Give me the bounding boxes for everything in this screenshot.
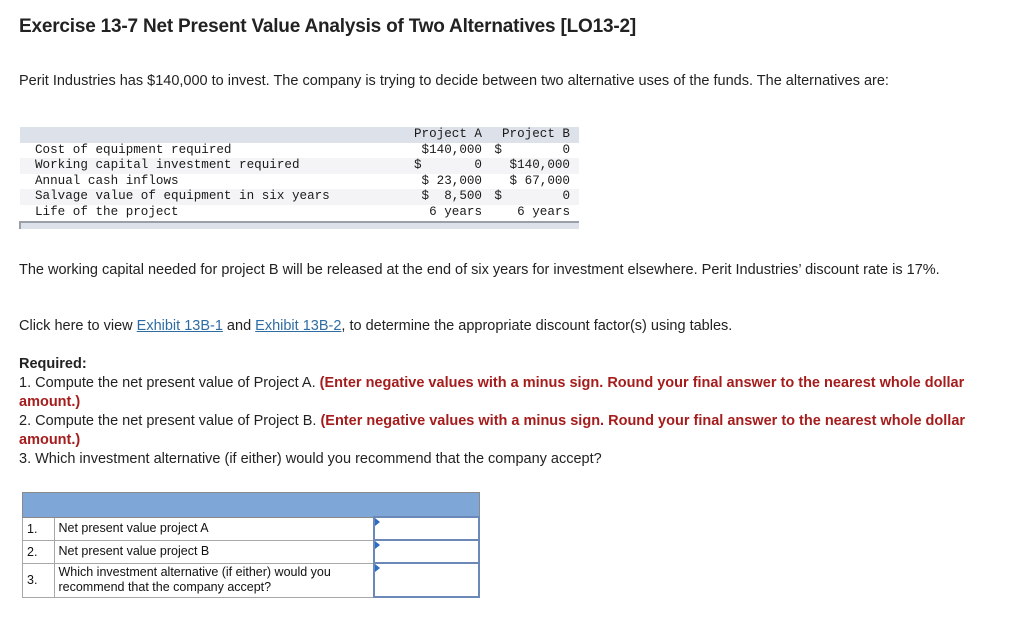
project-a-value: 6 years <box>429 204 482 219</box>
project-a-value: $ 0 <box>413 158 482 173</box>
exhibit-suffix: , to determine the appropriate discount … <box>341 318 733 334</box>
row-label: Annual cash inflows <box>35 173 179 188</box>
exhibit-13b-1-link[interactable]: Exhibit 13B-1 <box>137 318 223 334</box>
table-row: Salvage value of equipment in six years … <box>20 189 579 205</box>
answer-row-label: Net present value project A <box>54 516 375 541</box>
answer-row: 3. Which investment alternative (if eith… <box>21 562 480 598</box>
required-item-3: 3. Which investment alternative (if eith… <box>19 450 1009 469</box>
exhibit-13b-2-link[interactable]: Exhibit 13B-2 <box>255 318 341 334</box>
project-data-table: Project A Project B Cost of equipment re… <box>19 127 579 229</box>
project-b-value: $ 0 <box>494 189 570 204</box>
row-label: Life of the project <box>35 204 179 219</box>
input-flag-icon <box>375 564 381 572</box>
footer-cell <box>19 220 579 229</box>
table-row: Cost of equipment required $140,000 $ 0 <box>20 142 579 159</box>
project-a-value: $140,000 <box>421 142 482 157</box>
npv-project-b-cell <box>373 539 480 564</box>
working-capital-paragraph: The working capital needed for project B… <box>19 262 940 278</box>
answer-table: 1. Net present value project A 2. Net pr… <box>21 492 480 598</box>
required-item-text: 1. Compute the net present value of Proj… <box>19 375 320 391</box>
intro-paragraph: Perit Industries has $140,000 to invest.… <box>19 73 889 89</box>
required-item-1: 1. Compute the net present value of Proj… <box>19 374 1009 412</box>
answer-table-header <box>22 492 480 518</box>
exercise-title: Exercise 13-7 Net Present Value Analysis… <box>19 16 636 37</box>
required-heading: Required: <box>19 356 87 372</box>
required-item-text: 3. Which investment alternative (if eith… <box>19 451 602 467</box>
answer-row: 1. Net present value project A <box>21 516 480 541</box>
required-item-2: 2. Compute the net present value of Proj… <box>19 412 1009 450</box>
row-label: Cost of equipment required <box>35 142 232 157</box>
answer-row: 2. Net present value project B <box>21 539 480 564</box>
answer-header-cell <box>22 492 480 518</box>
npv-project-b-input[interactable] <box>375 540 478 563</box>
input-flag-icon <box>375 518 381 526</box>
table-row: Annual cash inflows $ 23,000 $ 67,000 <box>20 173 579 190</box>
input-flag-icon <box>375 541 381 549</box>
npv-project-a-input[interactable] <box>375 517 478 540</box>
answer-row-number: 2. <box>21 539 56 564</box>
table-footer-bar <box>19 220 579 229</box>
row-label: Salvage value of equipment in six years <box>35 189 330 204</box>
answer-row-label: Net present value project B <box>54 539 375 564</box>
required-item-text: 2. Compute the net present value of Proj… <box>19 413 321 429</box>
header-project-a: Project A <box>413 127 482 141</box>
exhibit-prefix: Click here to view <box>19 318 137 334</box>
required-section: Required: 1. Compute the net present val… <box>19 355 1009 469</box>
recommendation-select[interactable] <box>375 563 478 597</box>
project-a-value: $ 8,500 <box>421 189 482 204</box>
answer-row-number: 1. <box>21 516 56 541</box>
project-b-value: $140,000 <box>509 158 570 173</box>
recommendation-cell <box>373 562 480 598</box>
answer-row-number: 3. <box>21 562 56 598</box>
header-project-b: Project B <box>501 127 570 141</box>
project-a-value: $ 23,000 <box>421 173 482 188</box>
header-blank <box>20 127 396 143</box>
answer-row-label: Which investment alternative (if either)… <box>54 562 375 598</box>
table-row: Working capital investment required $ 0 … <box>20 158 579 174</box>
npv-project-a-cell <box>373 516 480 541</box>
row-label: Working capital investment required <box>35 158 300 173</box>
project-b-value: 6 years <box>517 204 570 219</box>
table-header-row: Project A Project B <box>20 127 579 143</box>
table-row: Life of the project 6 years 6 years <box>20 204 579 222</box>
exhibit-paragraph: Click here to view Exhibit 13B-1 and Exh… <box>19 317 1009 336</box>
project-b-value: $ 0 <box>494 142 570 157</box>
exhibit-middle: and <box>222 318 256 334</box>
project-b-value: $ 67,000 <box>509 173 570 188</box>
